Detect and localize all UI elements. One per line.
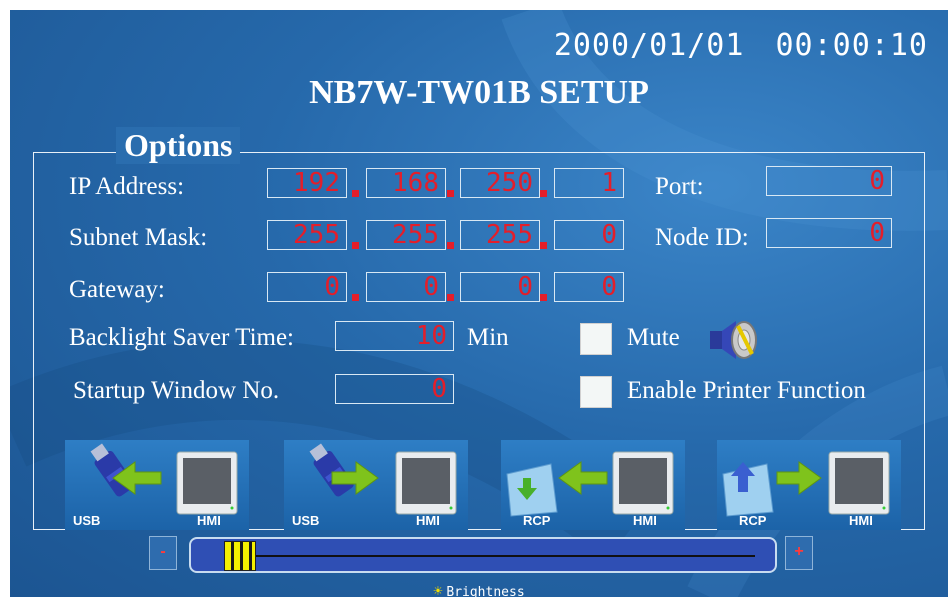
ip-octet-1-field[interactable]: 192 [267,168,347,198]
subnet-dot-separator [540,242,547,249]
brightness-slider-thumb[interactable] [224,541,256,571]
brightness-decrease-button[interactable]: - [149,536,177,570]
startup-window-field[interactable]: 0 [335,374,454,404]
subnet-mask-label: Subnet Mask: [69,224,208,251]
node-id-label: Node ID: [655,224,749,251]
gateway-label: Gateway: [69,276,165,303]
usb-label: USB [292,513,320,528]
gateway-dot-separator [352,294,359,301]
port-label: Port: [655,173,704,200]
brightness-increase-button[interactable]: + [785,536,813,570]
rcp-to-hmi-button[interactable]: RCP HMI [717,440,901,530]
hmi-to-rcp-button[interactable]: RCP HMI [501,440,685,530]
ip-octet-4-field[interactable]: 1 [554,168,624,198]
backup-hmi-to-usb-button[interactable]: USB HMI [65,440,249,530]
gateway-octet-2-field[interactable]: 0 [366,272,446,302]
node-id-field[interactable]: 0 [766,218,892,248]
gateway-dot-separator [447,294,454,301]
subnet-octet-4-field[interactable]: 0 [554,220,624,250]
time-text: 00:00:10 [775,28,928,63]
brightness-caption: ☀ Brightness [10,582,948,597]
mute-checkbox[interactable] [580,323,612,355]
subnet-octet-2-field[interactable]: 255 [366,220,446,250]
ip-dot-separator [540,190,547,197]
restore-usb-to-hmi-button[interactable]: USB HMI [284,440,468,530]
gateway-octet-4-field[interactable]: 0 [554,272,624,302]
ip-dot-separator [447,190,454,197]
enable-printer-checkbox[interactable] [580,376,612,408]
date-text: 2000/01/01 [553,28,745,63]
ip-dot-separator [352,190,359,197]
sun-icon: ☀ [433,582,443,597]
page-title: NB7W-TW01B SETUP [309,74,649,111]
backlight-saver-field[interactable]: 10 [335,321,454,351]
ip-address-label: IP Address: [69,173,185,200]
usb-label: USB [73,513,101,528]
rcp-label: RCP [739,513,767,528]
subnet-dot-separator [447,242,454,249]
options-legend: Options [116,127,241,164]
ip-octet-3-field[interactable]: 250 [460,168,540,198]
hmi-label: HMI [633,513,657,528]
port-field[interactable]: 0 [766,166,892,196]
subnet-octet-1-field[interactable]: 255 [267,220,347,250]
datetime-display: 2000/01/01 00:00:10 [554,28,928,63]
hmi-label: HMI [197,513,221,528]
slider-line [231,555,755,557]
gateway-octet-1-field[interactable]: 0 [267,272,347,302]
gateway-octet-3-field[interactable]: 0 [460,272,540,302]
gateway-dot-separator [540,294,547,301]
brightness-label: Brightness [446,585,525,597]
backlight-saver-label: Backlight Saver Time: [69,324,294,351]
backlight-unit-label: Min [467,324,509,351]
hmi-screen: 2000/01/01 00:00:10 NB7W-TW01B SETUP Opt… [10,10,948,597]
subnet-dot-separator [352,242,359,249]
hmi-label: HMI [849,513,873,528]
ip-octet-2-field[interactable]: 168 [366,168,446,198]
enable-printer-label: Enable Printer Function [627,377,866,404]
rcp-label: RCP [523,513,551,528]
subnet-octet-3-field[interactable]: 255 [460,220,540,250]
startup-window-label: Startup Window No. [73,377,280,404]
mute-label: Mute [627,324,680,351]
hmi-label: HMI [416,513,440,528]
speaker-icon[interactable] [708,316,760,364]
brightness-slider[interactable] [189,537,777,573]
